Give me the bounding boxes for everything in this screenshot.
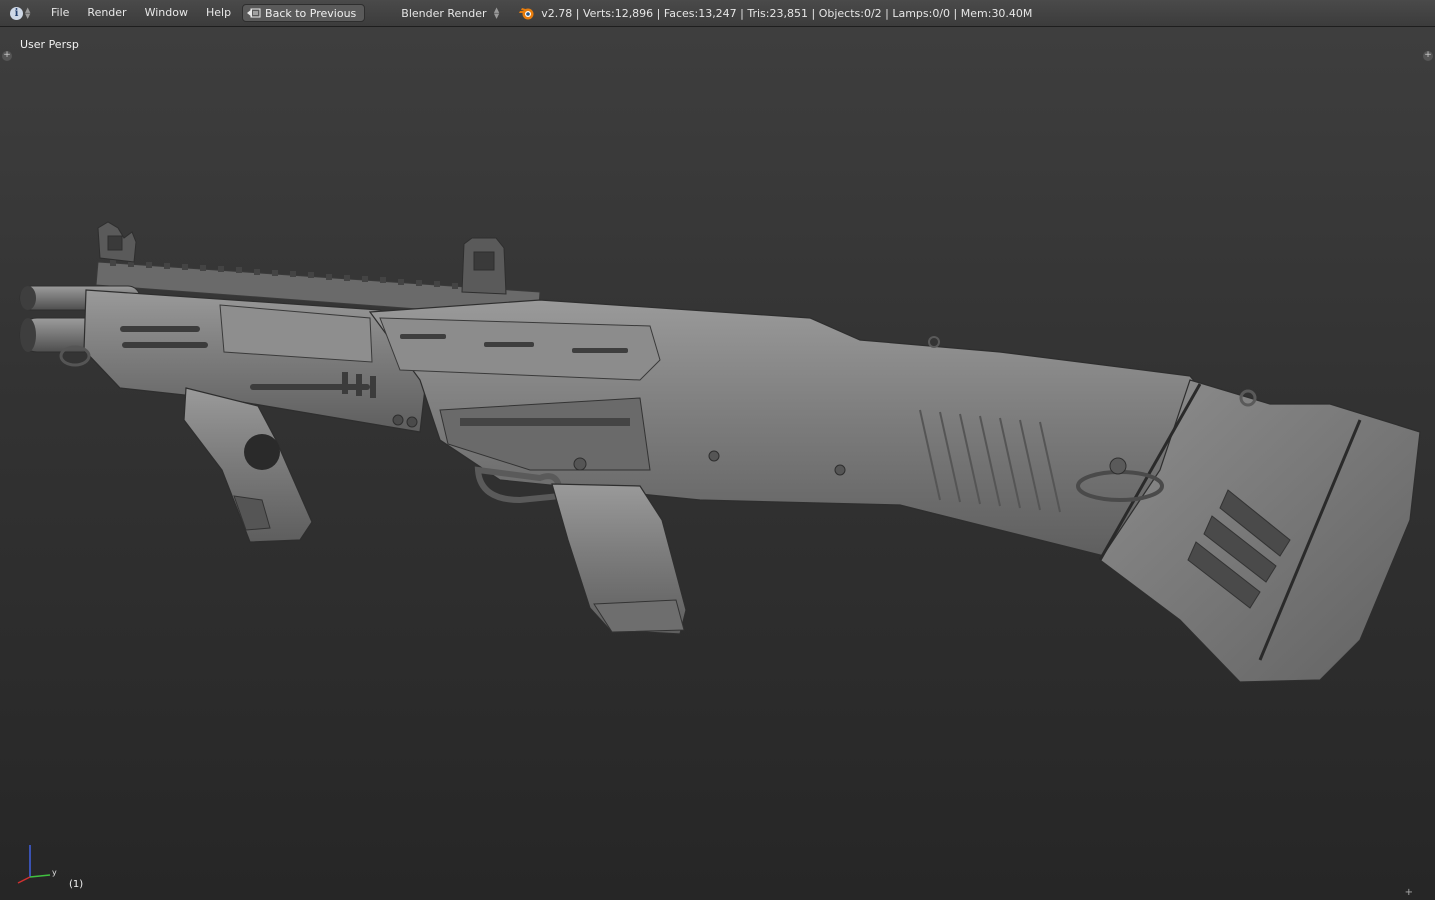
area-split-icon[interactable]: + [1405,887,1413,898]
region-expand-right-icon[interactable]: + [1423,51,1433,61]
menu-file[interactable]: File [42,3,78,23]
back-to-previous-button[interactable]: Back to Previous [242,4,366,22]
menu-render[interactable]: Render [78,3,135,23]
frame-label: (1) [69,879,84,890]
render-engine-label: Blender Render [401,6,487,20]
scene-stats: v2.78 | Verts:12,896 | Faces:13,247 | Tr… [541,6,1033,20]
front-sight [97,221,137,263]
shotgun-mesh[interactable] [0,27,1435,900]
view-name-label: User Persp [20,38,79,51]
rear-sight [461,237,507,295]
render-engine-select[interactable]: Blender Render ▲ ▼ [393,4,505,22]
3d-viewport[interactable]: User Persp + + y (1) + [0,27,1435,900]
axis-y-label: y [52,868,57,877]
back-arrow-icon [247,8,261,18]
region-expand-left-icon[interactable]: + [2,51,12,61]
main-menu: File Render Window Help [42,3,240,23]
dropdown-arrows-icon: ▲ ▼ [493,6,500,20]
editor-type-selector[interactable]: i ▲ ▼ [10,3,40,23]
updown-arrows-icon: ▲ ▼ [25,6,31,20]
info-icon: i [10,6,23,20]
blender-logo-icon [519,8,534,20]
info-header: i ▲ ▼ File Render Window Help Back to Pre… [0,0,1435,27]
back-to-previous-label: Back to Previous [265,6,357,20]
axis-gizmo: y [17,845,57,884]
menu-window[interactable]: Window [136,3,197,23]
menu-help[interactable]: Help [197,3,240,23]
